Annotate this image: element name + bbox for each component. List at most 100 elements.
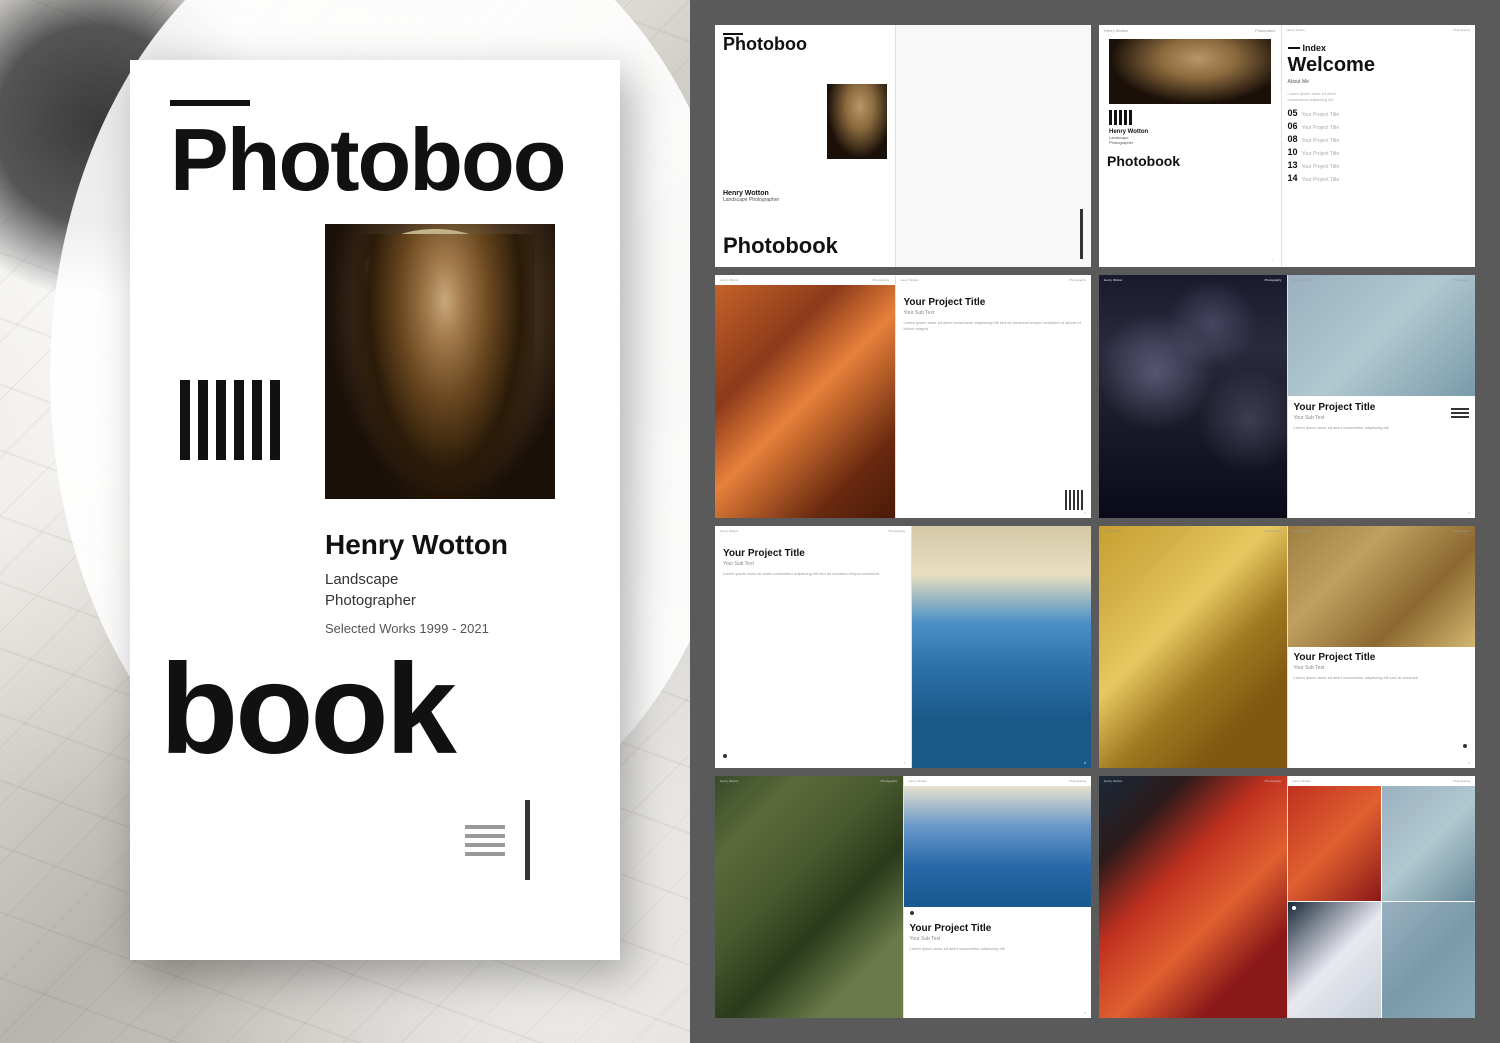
grid-photo-2 (1382, 786, 1475, 902)
index-num-1: 05 (1288, 108, 1298, 118)
index-num-5: 13 (1288, 160, 1298, 170)
text-content-5: Your Project Title Your Sub Text Lorem i… (723, 548, 903, 577)
mini-hdr-6rr: Photography (1453, 529, 1470, 533)
mini-page-index: Henry Wotton Photography Index Welcome A… (1281, 25, 1476, 267)
mini-vertical-line (1080, 209, 1083, 259)
mini-header-photo: Photography (1453, 28, 1470, 32)
mini-header-label: Photoname (1255, 28, 1275, 33)
project-title-3: Your Project Title (904, 297, 1084, 308)
index-label-3: Your Project Title (1302, 138, 1340, 144)
spread-thumbnail-5[interactable]: Henry Wotton Photography Your Project Ti… (715, 526, 1091, 768)
project-sub-4: Your Sub Text (1294, 415, 1470, 421)
cover-subtitle: Landscape Photographer (325, 569, 620, 611)
mini-hdr-5l: Henry Wotton (720, 529, 738, 533)
desert-photo (1099, 526, 1287, 768)
mini-cover-title: Photoboo (723, 35, 887, 53)
wave-photo (904, 786, 1092, 907)
spread-thumbnail-6[interactable]: Henry Wotton Photography Henry Wotton Ph… (1099, 526, 1475, 768)
index-item-3: 08 Your Project Title (1288, 134, 1470, 144)
mini-page-text-5: Henry Wotton Photography Your Project Ti… (715, 526, 911, 768)
page-num-4: 6 (1468, 511, 1470, 515)
index-item-1: 05 Your Project Title (1288, 108, 1470, 118)
mini-hdr-5r: Photography (888, 529, 905, 533)
welcome-title: Welcome (1288, 55, 1470, 75)
spread-thumbnail-8[interactable]: Henry Wotton Photography Henry Wotton Ph… (1099, 776, 1475, 1018)
index-label-2: Your Project Title (1302, 125, 1340, 131)
mini-hdr-8rl: Henry Wotton (1293, 779, 1311, 783)
mini-hdr-8l: Henry Wotton (1104, 779, 1122, 783)
mini-hdr-7rl: Henry Wotton (909, 779, 927, 783)
dot-5 (723, 754, 727, 758)
page-num-6: 6 (1468, 761, 1470, 765)
mini-hdr-3l: Henry Wotton (720, 278, 738, 282)
index-label-1: Your Project Title (1302, 112, 1340, 118)
mini-page-wave-text: Henry Wotton Photography Your Project Ti… (903, 776, 1092, 1018)
page-num-3: 5 (1084, 511, 1086, 515)
mini-hdr-3rr: Photography (1069, 278, 1086, 282)
index-content: Index Welcome About Me Lorem ipsum dolor… (1288, 43, 1470, 183)
mini-hdr-7rr: Photography (1069, 779, 1086, 783)
project-sub-5: Your Sub Text (723, 561, 903, 567)
mini-cover-name: Henry Wotton (723, 190, 887, 197)
mini-page-canyon: Henry Wotton Photography (715, 275, 895, 517)
cover-vertical-line (525, 800, 530, 880)
mini-hdr-3r: Photography (872, 278, 889, 282)
mini-page-photo-name: Henry Wotton Photoname Henry Wotton Land… (1099, 25, 1281, 267)
cover-works: Selected Works 1999 - 2021 (325, 621, 620, 636)
page-num-5r: 5 (1084, 761, 1086, 765)
mini-cover-sub: Landscape Photographer (723, 197, 887, 203)
mini-hdr-3rl: Henry Wotton (901, 278, 919, 282)
about-label: About Me (1288, 79, 1470, 85)
right-panel: Photoboo Henry Wotton Landscape Photogra… (690, 0, 1500, 1043)
mini-hdr-7r: Photography (880, 779, 897, 783)
grid-photo-4 (1382, 902, 1475, 1018)
spread-thumbnail-3[interactable]: Henry Wotton Photography Henry Wotton Ph… (715, 275, 1091, 517)
text-content-3: Your Project Title Your Sub Text Lorem i… (904, 297, 1084, 481)
mini-page-footprints: Henry Wotton Photography Your Project Ti… (1287, 526, 1476, 768)
mini-hdr-4r: Photography (1264, 278, 1281, 282)
cover-title-top: Photoboo (130, 106, 620, 204)
index-label-6: Your Project Title (1302, 177, 1340, 183)
cover-barcode (180, 380, 280, 460)
waves-photo (912, 526, 1092, 768)
spread-thumbnail-4[interactable]: Henry Wotton Photography Henry Wotton Ph… (1099, 275, 1475, 517)
project-title-4: Your Project Title (1294, 402, 1470, 413)
cover-bottom-icons (465, 800, 530, 880)
mini-page-text-4: Henry Wotton Photography Your Project Ti… (1287, 275, 1476, 517)
index-label-5: Your Project Title (1302, 164, 1340, 170)
text-content-4: Your Project Title Your Sub Text Lorem i… (1288, 396, 1476, 437)
index-item-6: 14 Your Project Title (1288, 173, 1470, 183)
cover-portrait-photo (325, 224, 555, 499)
mini-page-text-3: Henry Wotton Photography Your Project Ti… (895, 275, 1092, 517)
project-sub-7: Your Sub Text (910, 936, 1086, 942)
spread-thumbnail-2[interactable]: Henry Wotton Photoname Henry Wotton Land… (1099, 25, 1475, 267)
index-label-4: Your Project Title (1302, 151, 1340, 157)
stars-photo (1099, 275, 1287, 517)
mini-book-title: Photobook (1099, 153, 1281, 169)
spread-thumbnail-7[interactable]: Henry Wotton Photography Henry Wotton Ph… (715, 776, 1091, 1018)
mini-page-waves: 5 (911, 526, 1092, 768)
project-body-5: Lorem ipsum dolor sit amet consectetur a… (723, 571, 903, 577)
project-sub-3: Your Sub Text (904, 310, 1084, 316)
spread-thumbnail-1[interactable]: Photoboo Henry Wotton Landscape Photogra… (715, 25, 1091, 267)
mini-hdr-4l: Henry Wotton (1104, 278, 1122, 282)
project-sub-6: Your Sub Text (1294, 665, 1470, 671)
index-item-2: 06 Your Project Title (1288, 121, 1470, 131)
mini-barcode-lines (1109, 110, 1281, 125)
mini-page-stars: Henry Wotton Photography (1099, 275, 1287, 517)
mini-header-name-2: Henry Wotton (1287, 28, 1305, 32)
cover-title-bottom: book (130, 646, 620, 774)
project-body-7: Lorem ipsum dolor sit amet consectetur a… (910, 946, 1086, 952)
page-num-5: 4 (904, 761, 906, 765)
text-content-6: Your Project Title Your Sub Text Lorem i… (1288, 647, 1476, 686)
barcode-right-3 (904, 482, 1084, 510)
index-title-bar (1288, 47, 1300, 49)
index-num-3: 08 (1288, 134, 1298, 144)
h-lines-4 (1451, 408, 1469, 418)
text-content-7: Your Project Title Your Sub Text Lorem i… (904, 919, 1092, 956)
mini-cover-photo (827, 84, 887, 159)
project-title-6: Your Project Title (1294, 652, 1470, 663)
mini-page-cover: Photoboo Henry Wotton Landscape Photogra… (715, 25, 895, 267)
mini-page-desert: Henry Wotton Photography (1099, 526, 1287, 768)
hair-detail (365, 229, 505, 309)
